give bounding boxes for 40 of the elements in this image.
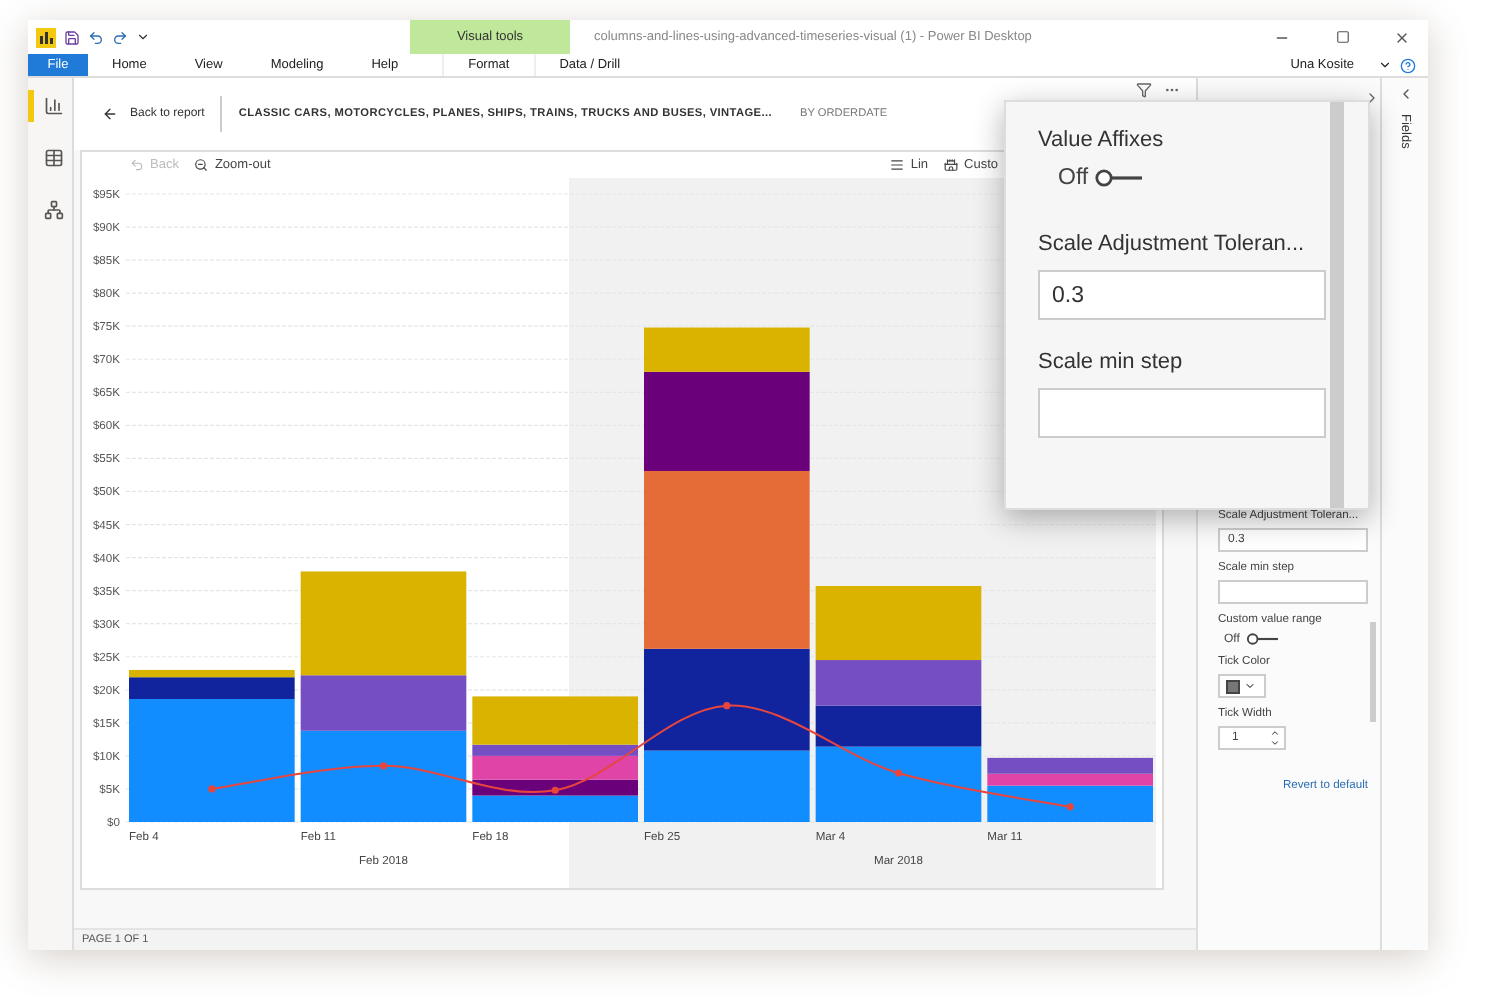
color-swatch: [1226, 679, 1240, 693]
scrollbar[interactable]: [1330, 102, 1344, 508]
line-point: [723, 702, 731, 710]
save-icon[interactable]: [64, 29, 80, 45]
undo-icon[interactable]: [88, 29, 104, 45]
maximize-icon: [1335, 30, 1349, 44]
text-field[interactable]: 0.3: [1038, 270, 1326, 320]
castle-icon: [944, 158, 959, 172]
chevron-icon[interactable]: [1378, 58, 1392, 72]
line-point: [1066, 803, 1074, 811]
toggle-switch[interactable]: [1094, 168, 1143, 188]
toggle-switch[interactable]: [1245, 632, 1278, 646]
text-field[interactable]: [1038, 388, 1326, 438]
caret-icon: [1244, 680, 1256, 692]
scrollbar[interactable]: [1370, 622, 1376, 722]
redo-icon[interactable]: [112, 29, 128, 45]
line-point: [379, 762, 388, 770]
help-icon[interactable]: [1400, 57, 1416, 73]
close-icon: [1394, 29, 1410, 45]
list-icon: [890, 158, 905, 172]
text-field[interactable]: [1218, 580, 1368, 604]
line-point: [208, 785, 216, 793]
filter-icon[interactable]: [1136, 82, 1152, 98]
spin-up-icon[interactable]: [1270, 728, 1280, 738]
undo-icon: [130, 158, 144, 172]
line-point: [551, 786, 559, 794]
setting-label: Value Affixes: [1038, 126, 1166, 154]
dropdown-icon[interactable]: [136, 30, 150, 44]
table-icon: [43, 148, 63, 168]
line-point: [894, 769, 903, 777]
setting-label: Scale Adjustment Toleran...: [1038, 230, 1307, 258]
diagram-icon: [43, 200, 63, 220]
color-picker[interactable]: [1218, 674, 1266, 698]
bar-chart-icon: [43, 96, 63, 116]
spin-down-icon[interactable]: [1270, 738, 1280, 748]
toggle-label: Off: [1058, 166, 1089, 190]
app-logo-icon: [36, 27, 56, 47]
setting-label: Scale min step: [1038, 348, 1185, 376]
zoom-out-icon: [194, 158, 209, 172]
back-arrow-icon: [102, 106, 118, 122]
